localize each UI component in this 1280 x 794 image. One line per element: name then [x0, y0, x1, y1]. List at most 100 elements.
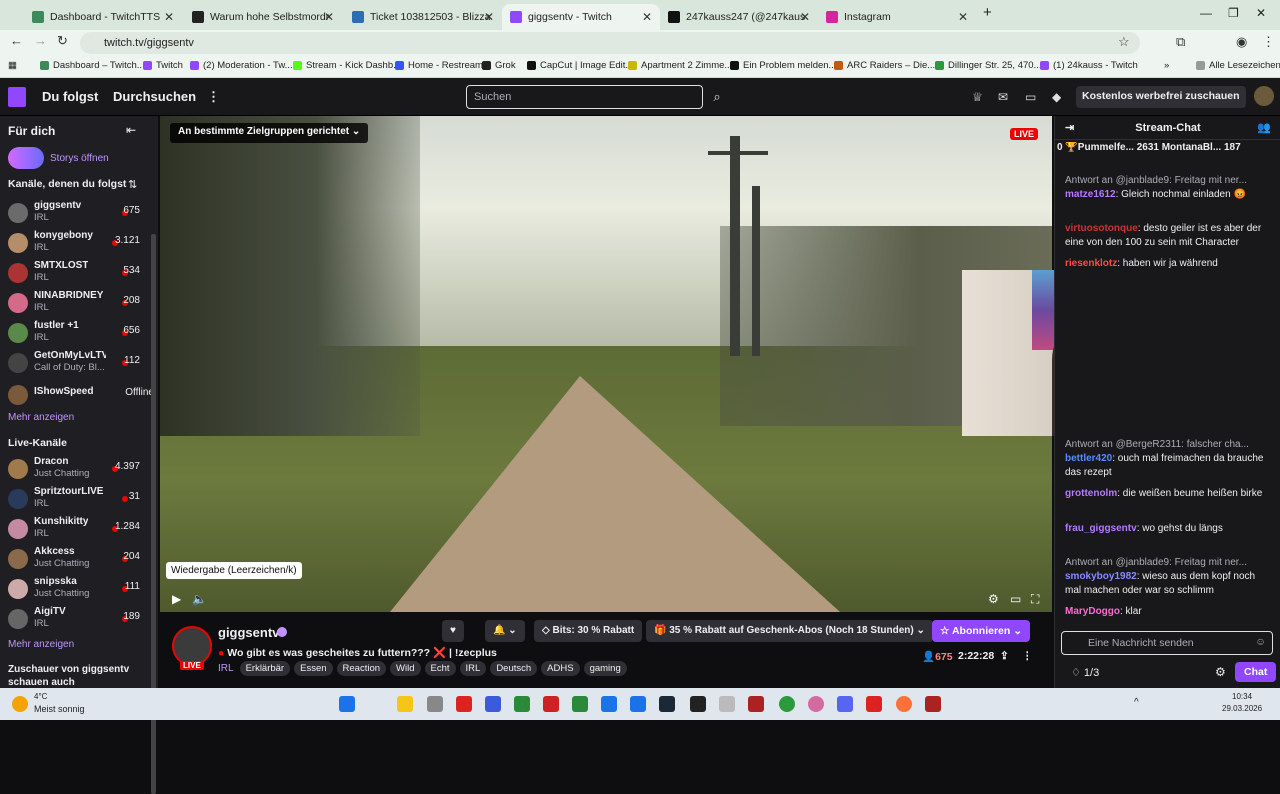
start-icon[interactable] [339, 696, 355, 712]
close-tab-icon[interactable]: ✕ [484, 10, 494, 24]
app-icon[interactable] [719, 696, 735, 712]
audience-dropdown[interactable]: An bestimmte Zielgruppen gerichtet ⌄ [170, 123, 369, 143]
tag[interactable]: IRL [459, 661, 487, 676]
app-icon[interactable] [748, 696, 764, 712]
tag[interactable]: Echt [424, 661, 456, 676]
apps-icon[interactable]: ▦ [8, 60, 17, 71]
app-icon[interactable] [866, 696, 882, 712]
search-input[interactable]: Suchen [466, 85, 703, 109]
menu-icon[interactable]: ⋮ [1262, 34, 1275, 50]
collapse-sidebar-icon[interactable]: ⇤ [126, 123, 136, 137]
weather-icon[interactable] [12, 696, 28, 712]
settings-gear-icon[interactable]: ⚙ [988, 592, 999, 606]
bookmark[interactable]: Dillinger Str. 25, 470... [935, 60, 1041, 71]
close-tab-icon[interactable]: ✕ [800, 10, 810, 24]
steam-icon[interactable] [659, 696, 675, 712]
bookmark[interactable]: CapCut | Image Edit... [527, 60, 633, 71]
close-tab-icon[interactable]: ✕ [642, 10, 652, 24]
reload-icon[interactable]: ↻ [57, 33, 68, 49]
more-bookmarks-icon[interactable]: » [1164, 60, 1169, 71]
nav-browse[interactable]: Durchsuchen [113, 89, 196, 104]
app-icon[interactable] [925, 696, 941, 712]
sidebar-channel[interactable]: IShowSpeed Offline [8, 382, 154, 412]
nav-following[interactable]: Du folgst [42, 89, 98, 104]
tag[interactable]: Reaction [336, 661, 387, 676]
sidebar-channel[interactable]: Akkcess Just Chatting 204 [8, 546, 154, 576]
bookmark[interactable]: Apartment 2 Zimme... [628, 60, 732, 71]
app-icon[interactable] [514, 696, 530, 712]
sidebar-channel[interactable]: AigiTV IRL 189 [8, 606, 154, 636]
sidebar-channel[interactable]: NINABRIDNEY IRL 208 [8, 290, 154, 320]
app-icon[interactable] [543, 696, 559, 712]
back-icon[interactable]: ← [10, 33, 23, 48]
share-icon[interactable]: ⇪ [1000, 650, 1009, 662]
sidebar-channel[interactable]: SpritztourLIVE IRL 31 [8, 486, 154, 516]
browser-tab[interactable]: Warum hohe Selbstmordrat ✕ [184, 4, 342, 30]
app-icon[interactable] [601, 696, 617, 712]
search-icon[interactable]: ⌕ [706, 85, 728, 109]
close-tab-icon[interactable]: ✕ [164, 10, 174, 24]
bookmark[interactable]: Grok [482, 60, 516, 71]
ad-free-button[interactable]: Kostenlos werbefrei zuschauen [1076, 86, 1246, 108]
bookmark[interactable]: Dashboard – Twitch... [40, 60, 145, 71]
tag[interactable]: Deutsch [490, 661, 538, 676]
chat-send-button[interactable]: Chat [1235, 662, 1277, 682]
app-icon[interactable] [427, 696, 443, 712]
sidebar-channel[interactable]: giggsentv IRL 675 [8, 200, 154, 230]
theatre-mode-icon[interactable]: ▭ [1010, 592, 1021, 606]
discord-icon[interactable] [837, 696, 853, 712]
browser-tab[interactable]: Instagram ✕ [818, 4, 976, 30]
video-player[interactable]: An bestimmte Zielgruppen gerichtet ⌄ LIV… [160, 116, 1052, 612]
stories-button[interactable]: Storys öffnen [8, 147, 109, 169]
whispers-icon[interactable]: ▭ [1025, 90, 1036, 104]
streamer-name[interactable]: giggsentv [218, 625, 279, 640]
new-tab-button[interactable]: + [983, 4, 992, 21]
bookmark-star-icon[interactable]: ☆ [1118, 34, 1130, 50]
gift-leaderboard[interactable]: 0 🏆Pummelfe... 2631 MontanaBl... 187 [1055, 142, 1280, 158]
tag[interactable]: Wild [390, 661, 421, 676]
file-explorer-icon[interactable] [397, 696, 413, 712]
forward-icon[interactable]: → [34, 33, 47, 48]
bits-icon[interactable]: ◆ [1052, 90, 1061, 104]
close-tab-icon[interactable]: ✕ [958, 10, 968, 24]
fullscreen-icon[interactable]: ⛶ [1031, 592, 1039, 607]
chrome-icon[interactable] [779, 696, 795, 712]
bookmark[interactable]: (2) Moderation - Tw... [190, 60, 293, 71]
url-field[interactable]: twitch.tv/giggsentv [80, 32, 1140, 54]
emote-icon[interactable]: ☺ [1255, 636, 1266, 648]
close-tab-icon[interactable]: ✕ [324, 10, 334, 24]
show-more-followed[interactable]: Mehr anzeigen [8, 412, 74, 423]
all-bookmarks[interactable]: Alle Lesezeichen [1196, 60, 1280, 71]
more-options-icon[interactable]: ⋮ [1022, 650, 1033, 662]
chat-input[interactable]: Eine Nachricht senden ☺ [1061, 631, 1273, 655]
chat-settings-icon[interactable]: ⚙ [1215, 665, 1226, 679]
notification-button[interactable]: 🔔 ⌄ [485, 620, 525, 642]
inbox-icon[interactable]: ✉ [998, 90, 1008, 104]
sidebar-channel[interactable]: Kunshikitty IRL 1.284 [8, 516, 154, 546]
sidebar-channel[interactable]: snipsska Just Chatting 111 [8, 576, 154, 606]
sidebar-channel[interactable]: GetOnMyLvLTV Call of Duty: Bl... 112 [8, 350, 154, 380]
sidebar-channel[interactable]: fustler +1 IRL 656 [8, 320, 154, 350]
sidebar-channel[interactable]: Dracon Just Chatting 4.397 [8, 456, 154, 486]
bookmark[interactable]: Home - Restream [395, 60, 483, 71]
minimize-icon[interactable]: — [1200, 6, 1212, 20]
tag[interactable]: Erklärbär [239, 661, 291, 676]
maximize-icon[interactable]: ❐ [1228, 6, 1239, 20]
app-icon[interactable] [485, 696, 501, 712]
tag[interactable]: ADHS [541, 661, 580, 676]
bookmark[interactable]: (1) 24kauss - Twitch [1040, 60, 1138, 71]
more-menu-icon[interactable]: ⋮ [207, 89, 220, 105]
bits-discount-button[interactable]: ◇ Bits: 30 % Rabatt [534, 620, 643, 642]
show-more-live[interactable]: Mehr anzeigen [8, 639, 74, 650]
crown-icon[interactable]: ♕ [972, 90, 983, 104]
profile-icon[interactable]: ◉ [1236, 34, 1247, 50]
volume-icon[interactable]: 🔈 [192, 592, 207, 606]
app-icon[interactable] [630, 696, 646, 712]
gift-subs-button[interactable]: 🎁 35 % Rabatt auf Geschenk-Abos (Noch 18… [646, 620, 933, 642]
firefox-icon[interactable] [896, 696, 912, 712]
bookmark[interactable]: ARC Raiders – Die... [834, 60, 935, 71]
twitch-logo-icon[interactable] [8, 87, 26, 107]
bookmark[interactable]: Ein Problem melden... [730, 60, 836, 71]
user-avatar[interactable] [1254, 86, 1274, 106]
app-icon[interactable] [572, 696, 588, 712]
